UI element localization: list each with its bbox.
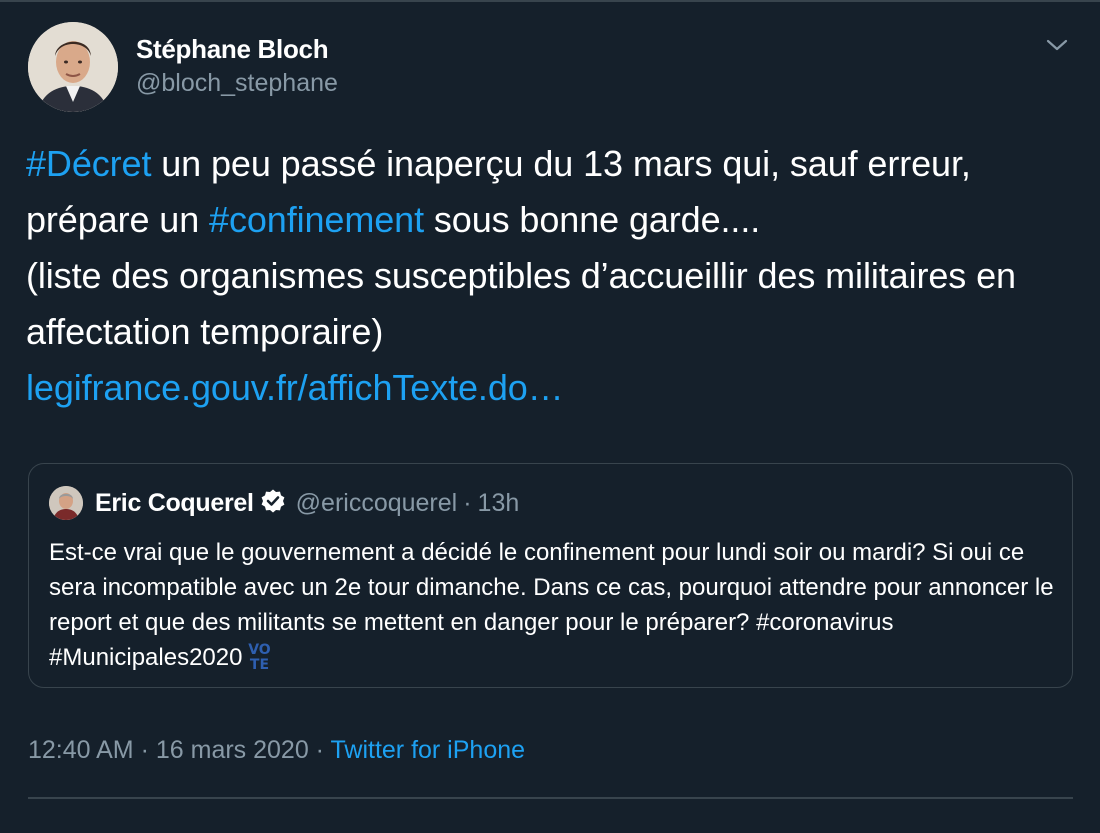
quoted-author-handle[interactable]: @ericcoquerel: [296, 489, 458, 517]
quoted-avatar[interactable]: [49, 486, 83, 520]
tweet-link[interactable]: legifrance.gouv.fr/affichTexte.do…: [26, 367, 564, 408]
tweet-header: Stéphane Bloch @bloch_stephane: [28, 22, 1078, 114]
bottom-divider: [28, 797, 1073, 799]
quoted-author-name[interactable]: Eric Coquerel: [95, 489, 254, 517]
author-handle[interactable]: @bloch_stephane: [136, 69, 338, 98]
quoted-separator: ·: [463, 489, 472, 517]
footer-separator: ·: [308, 736, 331, 764]
chevron-down-icon[interactable]: [1044, 36, 1070, 54]
hashtag-confinement[interactable]: #confinement: [209, 199, 424, 240]
author-block[interactable]: Stéphane Bloch @bloch_stephane: [136, 34, 338, 98]
avatar[interactable]: [28, 22, 118, 112]
tweet-text: #Décret un peu passé inaperçu du 13 mars…: [26, 136, 1066, 416]
verified-badge-icon: [260, 488, 286, 521]
hashtag-decret[interactable]: #Décret: [26, 143, 151, 184]
quoted-timestamp[interactable]: 13h: [478, 489, 520, 517]
quoted-header: Eric Coquerel @ericcoquerel · 13h: [95, 488, 519, 521]
top-divider: [0, 0, 1100, 2]
vote-emoji-bottom: TE: [249, 657, 270, 673]
footer-separator: ·: [133, 736, 156, 764]
quoted-tweet[interactable]: Eric Coquerel @ericcoquerel · 13h Est-ce vr…: [28, 463, 1073, 688]
tweet-text-part: sous bonne garde....: [423, 199, 761, 240]
tweet-detail: Stéphane Bloch @bloch_stephane #Décret u…: [0, 0, 1100, 833]
vote-emoji-top: VO: [248, 642, 271, 658]
quoted-text: Est-ce vrai que le gouvernement a décidé…: [49, 535, 1059, 675]
vote-emoji-icon: VO TE: [244, 643, 274, 675]
quoted-hashtag-municipales[interactable]: #Municipales2020: [49, 644, 242, 671]
tweet-time[interactable]: 12:40 AM: [28, 736, 134, 764]
author-name[interactable]: Stéphane Bloch: [136, 34, 338, 65]
quoted-text-body: Est-ce vrai que le gouvernement a décidé…: [49, 539, 1054, 636]
tweet-source-link[interactable]: Twitter for iPhone: [331, 736, 526, 764]
tweet-footer: 12:40 AM · 16 mars 2020 · Twitter for iP…: [28, 736, 525, 765]
quoted-hashtag-coronavirus[interactable]: #coronavirus: [756, 609, 893, 636]
tweet-date[interactable]: 16 mars 2020: [156, 736, 309, 764]
tweet-text-part: (liste des organismes susceptibles d’acc…: [26, 255, 1016, 352]
